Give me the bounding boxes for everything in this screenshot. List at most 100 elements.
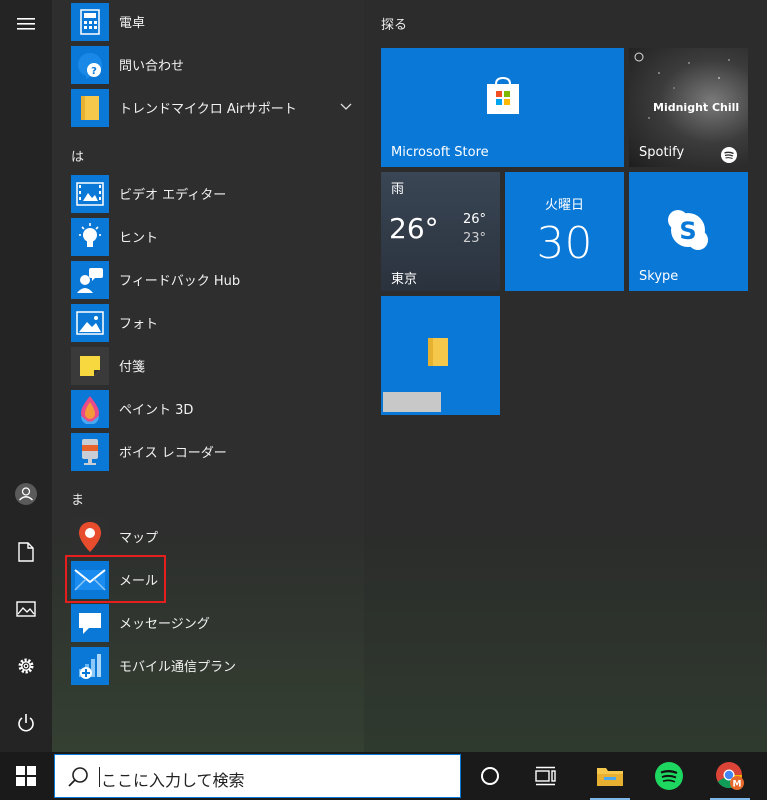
- video-editor-icon: [71, 175, 109, 213]
- taskbar-search-box[interactable]: ここに入力して検索: [54, 754, 461, 798]
- cortana-circle-icon: [481, 767, 499, 785]
- weather-city: 東京: [391, 272, 418, 287]
- svg-text:?: ?: [91, 66, 97, 77]
- tile-microsoft-store[interactable]: Microsoft Store: [381, 48, 624, 167]
- app-item-tips[interactable]: ヒント: [52, 215, 364, 258]
- weather-low: 23°: [463, 231, 487, 246]
- app-item-calculator[interactable]: 電卓: [52, 0, 364, 43]
- folder-icon: [71, 89, 109, 127]
- app-item-trend-micro[interactable]: トレンドマイクロ Airサポート: [52, 86, 364, 129]
- app-item-video-editor[interactable]: ビデオ エディター: [52, 172, 364, 215]
- app-item-feedback-hub[interactable]: フィードバック Hub: [52, 258, 364, 301]
- weather-condition: 雨: [391, 182, 405, 197]
- skype-icon: S: [668, 210, 708, 250]
- map-pin-icon: [71, 518, 109, 556]
- cortana-button[interactable]: [466, 752, 514, 800]
- app-label: 付箋: [119, 360, 146, 375]
- expand-menu-button[interactable]: [0, 2, 52, 46]
- spotify-logo-icon: [721, 147, 737, 163]
- power-button[interactable]: [0, 701, 52, 745]
- folder-icon: [428, 338, 448, 366]
- app-item-sticky-notes[interactable]: 付箋: [52, 344, 364, 387]
- search-placeholder: ここに入力して検索: [101, 771, 245, 790]
- app-label: ビデオ エディター: [119, 188, 227, 203]
- tile-label: Spotify: [639, 145, 685, 160]
- weather-high: 26°: [463, 212, 487, 227]
- picture-icon: [16, 601, 36, 617]
- microphone-icon: [71, 433, 109, 471]
- message-icon: [71, 604, 109, 642]
- chevron-down-icon[interactable]: [340, 103, 352, 111]
- search-icon: [68, 767, 88, 787]
- account-button[interactable]: [0, 472, 52, 516]
- svg-text:S: S: [679, 217, 696, 245]
- app-item-paint-3d[interactable]: ペイント 3D: [52, 387, 364, 430]
- tile-group-title[interactable]: 探る: [381, 14, 407, 33]
- signal-bars-icon: [71, 647, 109, 685]
- calculator-icon: [71, 3, 109, 41]
- chrome-icon: M: [716, 762, 744, 790]
- section-header-ma[interactable]: ま: [71, 489, 84, 508]
- tile-weather[interactable]: 雨 26° 26° 23° 東京: [381, 172, 500, 291]
- app-label: トレンドマイクロ Airサポート: [119, 102, 297, 117]
- app-item-mobile-plans[interactable]: モバイル通信プラン: [52, 644, 364, 687]
- taskbar-file-explorer[interactable]: [586, 752, 634, 800]
- spotify-small-logo-icon: [634, 52, 644, 62]
- app-list: 電卓 ? 問い合わせ トレンドマイクロ Airサポート は ビデオ エディター …: [52, 0, 364, 752]
- taskbar-spotify[interactable]: [645, 752, 693, 800]
- app-item-voice-recorder[interactable]: ボイス レコーダー: [52, 430, 364, 473]
- task-view-icon: [535, 766, 556, 786]
- document-icon: [18, 542, 34, 562]
- weather-temperature: 26°: [389, 212, 439, 245]
- app-label: メッセージング: [119, 617, 210, 632]
- feedback-icon: [71, 261, 109, 299]
- app-label: フォト: [119, 317, 159, 332]
- tile-skype[interactable]: S Skype: [629, 172, 748, 291]
- task-view-button[interactable]: [522, 752, 570, 800]
- taskbar-chrome[interactable]: M: [706, 752, 754, 800]
- help-contact-icon: ?: [71, 46, 109, 84]
- photos-icon: [71, 304, 109, 342]
- file-explorer-icon: [597, 768, 623, 786]
- app-label: ヒント: [119, 231, 159, 246]
- calendar-day: 火曜日: [544, 198, 584, 213]
- app-label: モバイル通信プラン: [119, 660, 237, 675]
- sticky-notes-icon: [71, 347, 109, 385]
- app-label: ペイント 3D: [119, 403, 194, 418]
- text-caret: [99, 767, 100, 787]
- windows-logo-icon: [16, 766, 36, 786]
- app-label: マップ: [119, 531, 159, 546]
- section-header-ha[interactable]: は: [71, 146, 84, 165]
- redacted-label: [383, 392, 441, 412]
- hamburger-icon: [17, 18, 35, 30]
- spotify-logo-icon: [655, 762, 683, 790]
- lightbulb-icon: [71, 218, 109, 256]
- calendar-date: 30: [536, 218, 593, 269]
- start-button[interactable]: [0, 752, 52, 800]
- paint-3d-icon: [71, 390, 109, 428]
- app-item-photos[interactable]: フォト: [52, 301, 364, 344]
- app-item-maps[interactable]: マップ: [52, 515, 364, 558]
- store-bag-icon: [487, 76, 519, 114]
- tile-area: 探る Microsoft Store Midnight Chill Spotif…: [364, 0, 767, 752]
- tile-folder[interactable]: [381, 296, 500, 415]
- app-item-messaging[interactable]: メッセージング: [52, 601, 364, 644]
- svg-text:M: M: [733, 780, 742, 790]
- tile-spotify[interactable]: Midnight Chill Spotify: [629, 48, 748, 167]
- settings-button[interactable]: [0, 644, 52, 688]
- tile-label: Microsoft Store: [391, 145, 489, 160]
- pictures-button[interactable]: [0, 587, 52, 631]
- app-label: ボイス レコーダー: [119, 446, 227, 461]
- user-avatar-icon: [15, 483, 37, 505]
- app-label: フィードバック Hub: [119, 274, 241, 289]
- gear-icon: [18, 658, 34, 674]
- app-item-contact[interactable]: ? 問い合わせ: [52, 43, 364, 86]
- documents-button[interactable]: [0, 530, 52, 574]
- spotify-playlist-title: Midnight Chill: [653, 101, 740, 114]
- app-label: 電卓: [119, 16, 146, 31]
- tile-label: Skype: [639, 269, 679, 284]
- mail-highlight-box: [65, 555, 166, 603]
- start-left-rail: [0, 0, 52, 752]
- app-label: 問い合わせ: [119, 59, 185, 74]
- tile-calendar[interactable]: 火曜日 30: [505, 172, 624, 291]
